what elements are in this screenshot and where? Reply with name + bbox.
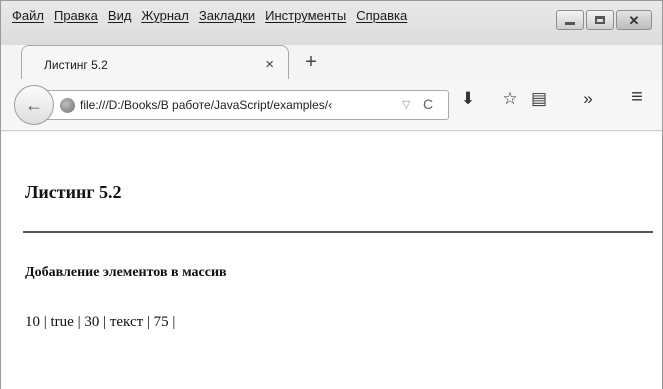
new-tab-button[interactable]: + [299, 51, 323, 74]
url-bar[interactable]: ← file:///D:/Books/В работе/JavaScript/e… [14, 85, 449, 125]
window-controls: ✕ [556, 10, 652, 30]
section-heading: Добавление элементов в массив [25, 265, 227, 280]
menu-bar: Файл Правка Вид Журнал Закладки Инструме… [7, 7, 412, 25]
dropdown-icon[interactable]: ▽ [402, 98, 410, 111]
title-bar: Файл Правка Вид Журнал Закладки Инструме… [1, 1, 662, 45]
maximize-icon [595, 16, 605, 24]
maximize-button[interactable] [586, 10, 614, 30]
overflow-icon[interactable]: » [576, 89, 600, 109]
menu-help[interactable]: Справка [351, 7, 412, 25]
url-text[interactable]: file:///D:/Books/В работе/JavaScript/exa… [80, 98, 400, 112]
tab-strip: Листинг 5.2 × + [1, 41, 662, 81]
menu-bookmarks[interactable]: Закладки [194, 7, 260, 25]
menu-icon[interactable]: ≡ [625, 86, 649, 109]
tab-title: Листинг 5.2 [44, 58, 108, 72]
tab-close-icon[interactable]: × [265, 56, 274, 73]
globe-icon [60, 98, 75, 113]
page-content: Листинг 5.2 Добавление элементов в масси… [1, 132, 662, 389]
tab-listing[interactable]: Листинг 5.2 × [21, 45, 289, 81]
reading-list-icon[interactable]: ▤ [527, 89, 551, 109]
menu-edit[interactable]: Правка [49, 7, 103, 25]
close-icon: ✕ [628, 12, 640, 28]
menu-history[interactable]: Журнал [136, 7, 193, 25]
navigation-toolbar: ← file:///D:/Books/В работе/JavaScript/e… [1, 79, 662, 131]
minimize-button[interactable] [556, 10, 584, 30]
download-icon[interactable]: ⬇ [456, 89, 480, 109]
reload-icon[interactable]: C [423, 96, 433, 112]
back-arrow-icon: ← [25, 94, 43, 115]
close-window-button[interactable]: ✕ [616, 10, 652, 30]
bookmark-star-icon[interactable]: ☆ [498, 89, 522, 109]
divider [23, 231, 653, 233]
browser-window: Файл Правка Вид Журнал Закладки Инструме… [0, 0, 663, 389]
minimize-icon [565, 21, 575, 25]
page-title: Листинг 5.2 [25, 182, 122, 202]
menu-file[interactable]: Файл [7, 7, 49, 25]
menu-view[interactable]: Вид [103, 7, 137, 25]
back-button[interactable]: ← [14, 85, 54, 125]
array-output: 10 | true | 30 | текст | 75 | [25, 314, 176, 330]
menu-tools[interactable]: Инструменты [260, 7, 351, 25]
